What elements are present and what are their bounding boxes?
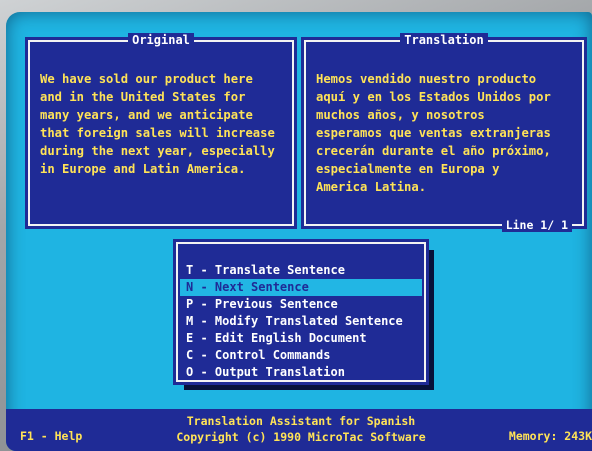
memory-indicator: Memory: 243K bbox=[508, 429, 592, 443]
original-pane: Original We have sold our product here a… bbox=[25, 33, 297, 229]
line-indicator: Line 1/ 1 bbox=[501, 218, 572, 232]
app-screen: Original We have sold our product here a… bbox=[6, 12, 592, 451]
menu-item-modify-translated-sentence[interactable]: M - Modify Translated Sentence bbox=[180, 313, 422, 330]
translation-pane-title: Translation bbox=[400, 33, 488, 47]
menu-item-output-translation[interactable]: O - Output Translation bbox=[180, 364, 422, 381]
status-bar: F1 - Help Translation Assistant for Span… bbox=[6, 409, 592, 451]
command-menu: T - Translate Sentence N - Next Sentence… bbox=[173, 239, 429, 385]
menu-item-control-commands[interactable]: C - Control Commands bbox=[180, 347, 422, 364]
app-name: Translation Assistant for Spanish bbox=[186, 414, 416, 428]
translation-text[interactable]: Hemos vendido nuestro producto aquí y en… bbox=[316, 70, 574, 196]
menu-item-previous-sentence[interactable]: P - Previous Sentence bbox=[180, 296, 422, 313]
translation-pane: Translation Hemos vendido nuestro produc… bbox=[301, 33, 587, 232]
original-pane-title: Original bbox=[128, 33, 194, 47]
menu-item-translate-sentence[interactable]: T - Translate Sentence bbox=[180, 262, 422, 279]
copyright-notice: Copyright (c) 1990 MicroTac Software bbox=[176, 430, 426, 444]
help-key-hint[interactable]: F1 - Help bbox=[20, 429, 82, 443]
menu-item-edit-english-document[interactable]: E - Edit English Document bbox=[180, 330, 422, 347]
menu-item-next-sentence[interactable]: N - Next Sentence bbox=[180, 279, 422, 296]
original-text[interactable]: We have sold our product here and in the… bbox=[40, 70, 284, 178]
